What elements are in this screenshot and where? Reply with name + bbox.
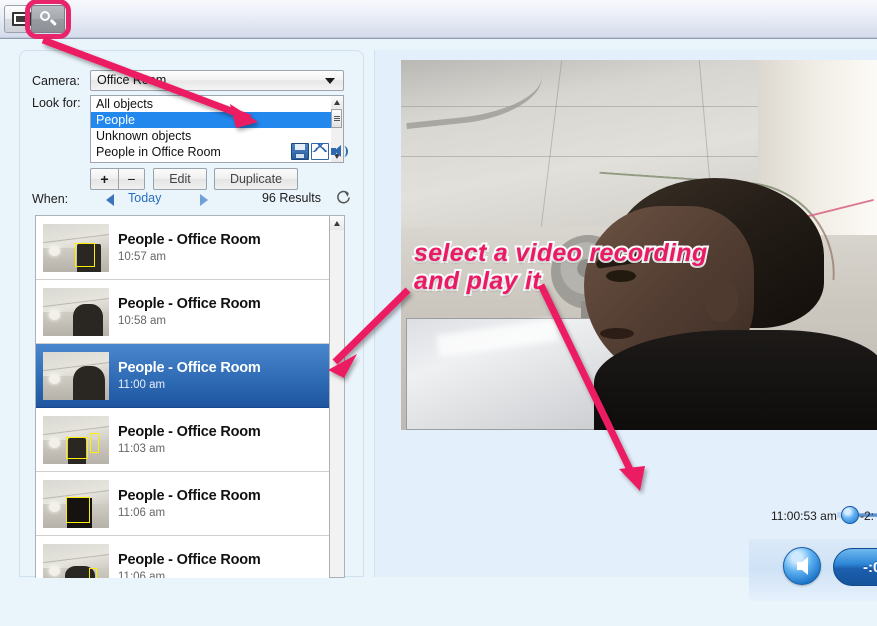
scroll-up-icon[interactable] — [331, 96, 343, 108]
toolbar — [0, 0, 877, 39]
remaining-time-label: -2: — [859, 509, 874, 523]
save-icon[interactable] — [291, 143, 309, 160]
remove-profile-button[interactable]: − — [118, 168, 145, 190]
list-item-title: People - Office Room — [118, 296, 261, 312]
search-mode-button[interactable] — [31, 5, 65, 33]
lookfor-action-icons — [291, 143, 348, 160]
transport-pill: -:02 +:02 — [833, 548, 877, 586]
seek-bar-thumb[interactable] — [841, 506, 859, 524]
chevron-down-icon — [325, 78, 335, 84]
edit-button[interactable]: Edit — [153, 168, 207, 190]
email-icon[interactable] — [311, 143, 329, 160]
results-list[interactable]: People - Office Room 10:57 am People - O… — [35, 215, 330, 578]
list-item[interactable]: People - Office Room 11:00 am — [36, 344, 329, 408]
list-item-title: People - Office Room — [118, 552, 261, 568]
lookfor-option-people[interactable]: People — [91, 112, 343, 128]
transport-bar: -:02 +:02 — [749, 539, 877, 601]
duplicate-button[interactable]: Duplicate — [214, 168, 298, 190]
list-item-time: 10:57 am — [118, 251, 166, 263]
list-item-title: People - Office Room — [118, 232, 261, 248]
thumbnail — [43, 223, 109, 272]
list-item[interactable]: People - Office Room 10:57 am — [36, 216, 329, 280]
list-item-time: 11:03 am — [118, 443, 166, 455]
list-item[interactable]: People - Office Room 11:06 am — [36, 536, 329, 578]
results-scrollbar[interactable] — [330, 215, 345, 578]
thumbnail — [43, 287, 109, 336]
current-time-label: 11:00:53 am — [771, 509, 837, 523]
scrollbar-thumb[interactable] — [331, 109, 342, 128]
skip-back-label[interactable]: -:02 — [863, 559, 877, 576]
add-profile-button[interactable]: + — [90, 168, 118, 190]
thumbnail — [43, 415, 109, 464]
when-label: When: — [32, 192, 69, 206]
previous-clip-button[interactable] — [783, 547, 821, 585]
arrow-left-icon — [796, 557, 808, 575]
when-value[interactable]: Today — [128, 191, 161, 205]
next-day-icon[interactable] — [200, 194, 208, 206]
list-item-time: 11:00 am — [118, 379, 166, 391]
camera-label: Camera: — [32, 74, 80, 88]
list-item[interactable]: People - Office Room 11:06 am — [36, 472, 329, 536]
camera-select-value: Office Room — [97, 73, 167, 87]
search-icon — [39, 10, 57, 28]
thumbnail — [43, 479, 109, 528]
list-item-time: 10:58 am — [118, 315, 166, 327]
annotation-line-1: select a video recording — [412, 237, 709, 269]
speaker-icon[interactable] — [331, 144, 348, 159]
video-person — [584, 178, 877, 430]
list-item-title: People - Office Room — [118, 488, 261, 504]
list-item[interactable]: People - Office Room 10:58 am — [36, 280, 329, 344]
camera-select[interactable]: Office Room — [90, 70, 344, 91]
lookfor-label: Look for: — [32, 96, 81, 110]
search-panel: Camera: Office Room Look for: All object… — [19, 50, 364, 578]
thumbnail — [43, 543, 109, 578]
refresh-icon[interactable] — [336, 190, 351, 205]
playback-panel: 11:00:53 am -2: -:02 +:02 — [374, 50, 877, 601]
monitor-icon — [11, 12, 31, 26]
annotation-line-2: and play it — [412, 265, 543, 297]
list-item-title: People - Office Room — [118, 360, 261, 376]
lookfor-option-all-objects[interactable]: All objects — [91, 96, 343, 112]
scroll-up-icon[interactable] — [330, 216, 344, 230]
results-count: 96 Results — [261, 191, 321, 205]
list-item-title: People - Office Room — [118, 424, 261, 440]
lookfor-option-unknown-objects[interactable]: Unknown objects — [91, 128, 343, 144]
list-item[interactable]: People - Office Room 11:03 am — [36, 408, 329, 472]
annotation-text: select a video recording and play it — [412, 237, 714, 297]
list-item-time: 11:06 am — [118, 507, 166, 519]
thumbnail — [43, 351, 109, 400]
previous-day-icon[interactable] — [106, 194, 114, 206]
